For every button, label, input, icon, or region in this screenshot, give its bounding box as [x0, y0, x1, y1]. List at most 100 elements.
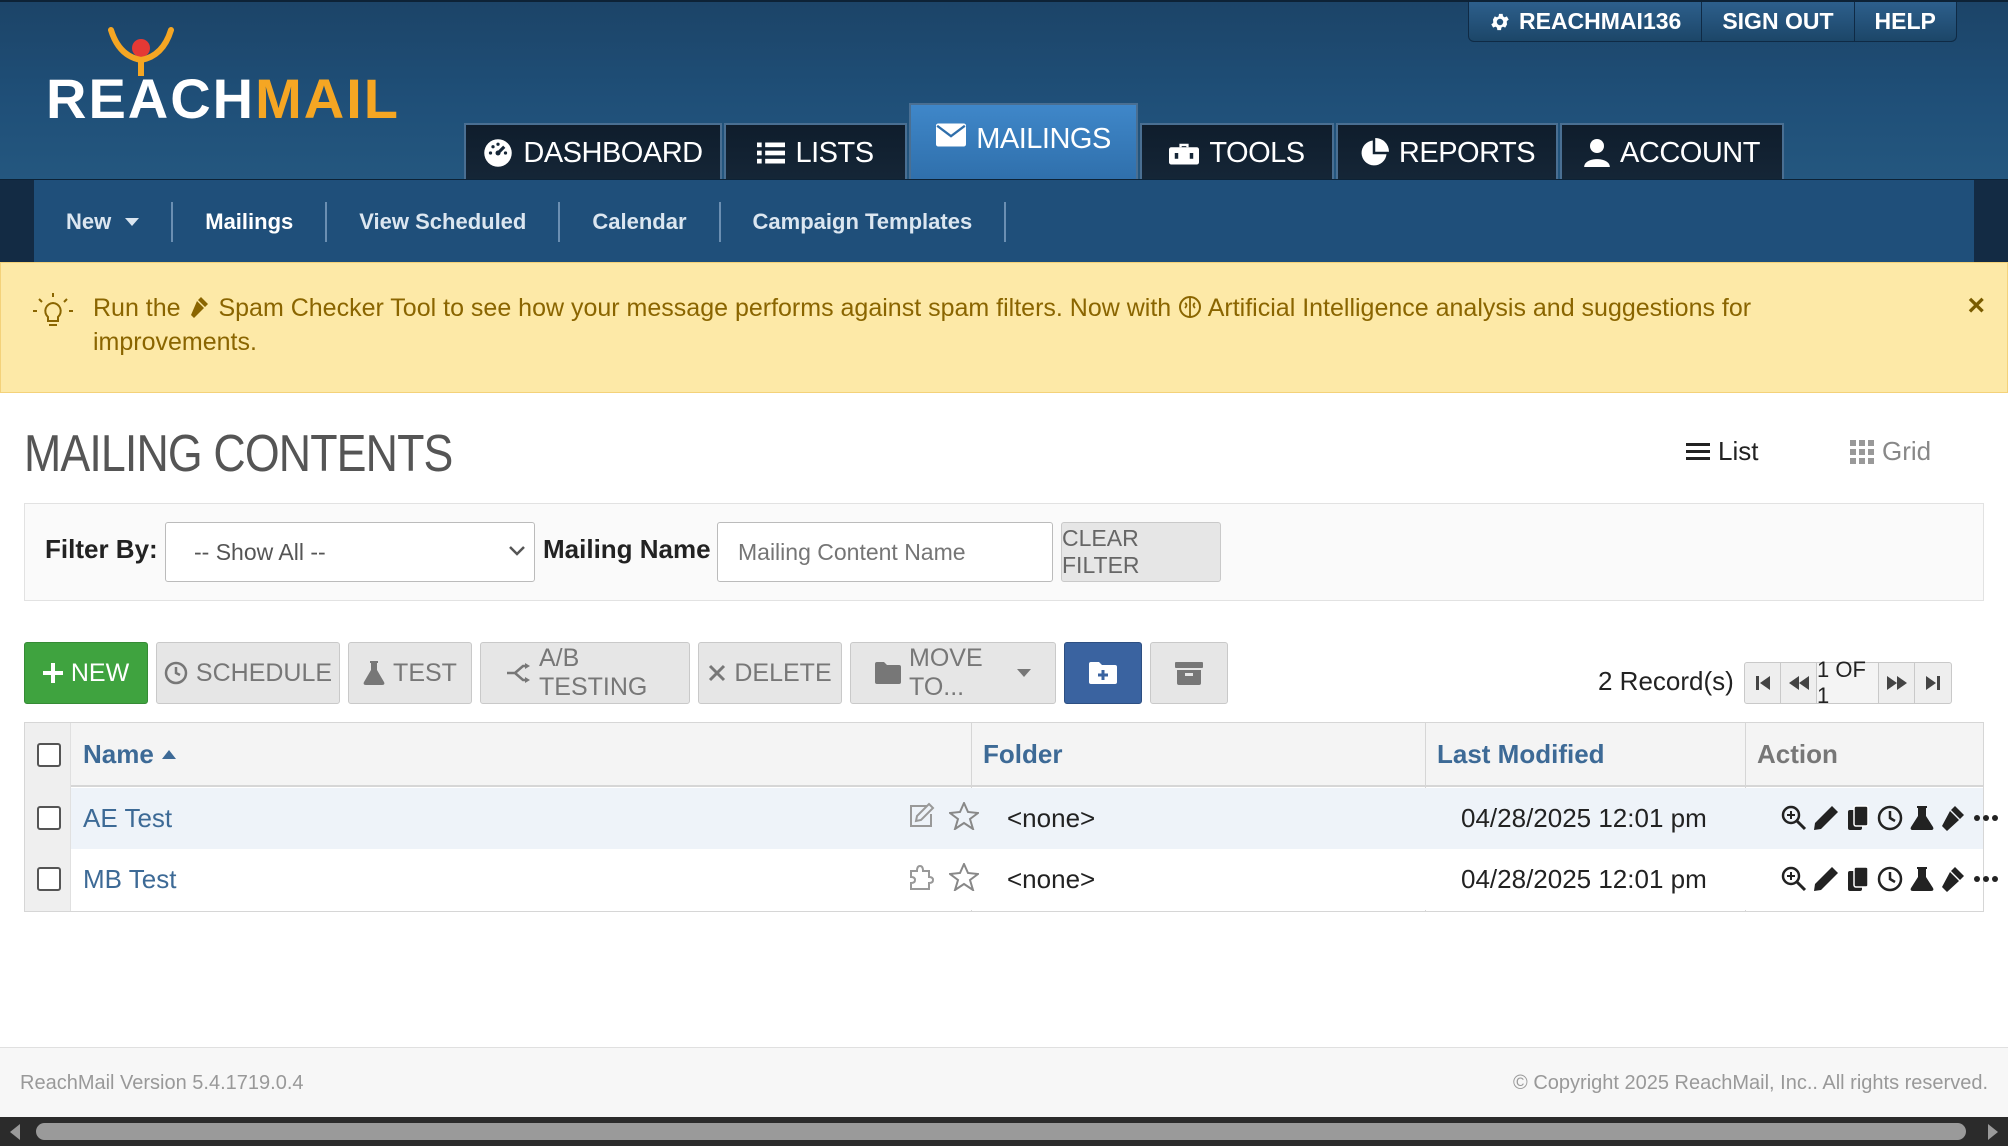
column-header-last-modified[interactable]: Last Modified [1437, 723, 1605, 785]
list-view-icon [1686, 442, 1710, 460]
scrollbar-thumb[interactable] [36, 1123, 1966, 1140]
clear-filter-button[interactable]: CLEAR FILTER [1061, 522, 1221, 582]
flask-icon [363, 661, 385, 685]
gavel-icon[interactable] [1940, 865, 1968, 893]
filter-by-label: Filter By: [45, 534, 158, 564]
tab-account[interactable]: ACCOUNT [1560, 123, 1784, 181]
sign-out-link[interactable]: SIGN OUT [1702, 2, 1855, 41]
new-button[interactable]: NEW [24, 642, 148, 704]
next-page-button[interactable] [1879, 663, 1915, 703]
tab-dashboard-label: DASHBOARD [523, 136, 703, 169]
sub-nav: New Mailings View Scheduled Calendar Cam… [0, 179, 2008, 263]
scroll-left-arrow-icon[interactable] [10, 1124, 20, 1140]
account-menu-button[interactable]: REACHMAI136 [1469, 2, 1703, 41]
sub-nav-new-dropdown[interactable]: New [34, 201, 174, 242]
sub-nav-new-label: New [66, 208, 112, 234]
app-header: REACHMAIL REACHMAI136 SIGN OUT HELP DASH… [0, 0, 2008, 181]
mailing-name-input[interactable] [717, 522, 1053, 582]
star-icon[interactable] [949, 863, 979, 891]
star-icon[interactable] [949, 802, 979, 830]
new-folder-button[interactable] [1064, 642, 1142, 704]
tab-reports[interactable]: REPORTS [1336, 123, 1558, 181]
sub-nav-view-scheduled[interactable]: View Scheduled [327, 201, 561, 242]
column-header-folder[interactable]: Folder [983, 723, 1062, 785]
more-icon[interactable] [1972, 865, 2000, 893]
flask-icon[interactable] [1908, 865, 1936, 893]
sub-nav-edge-right [1974, 180, 2008, 263]
pencil-icon[interactable] [1812, 804, 1840, 832]
rewind-icon [1788, 676, 1809, 690]
filter-by-select[interactable]: -- Show All -- [165, 522, 535, 582]
schedule-button-label: SCHEDULE [195, 658, 333, 687]
copy-icon[interactable] [1844, 865, 1872, 893]
last-page-button[interactable] [1915, 663, 1951, 703]
last-page-icon [1926, 676, 1940, 690]
flask-icon[interactable] [1908, 804, 1936, 832]
row-checkbox[interactable] [37, 867, 61, 891]
tab-lists[interactable]: LISTS [724, 123, 907, 181]
scroll-right-arrow-icon[interactable] [1988, 1124, 1998, 1140]
tab-lists-label: LISTS [795, 136, 874, 169]
zoom-in-icon[interactable] [1780, 865, 1808, 893]
clock-icon[interactable] [1876, 865, 1904, 893]
clock-icon[interactable] [1876, 804, 1904, 832]
select-all-checkbox[interactable] [37, 743, 61, 767]
test-button[interactable]: TEST [348, 642, 472, 704]
ab-testing-button-label: A/B TESTING [539, 644, 648, 701]
caret-down-icon [125, 217, 140, 226]
horizontal-scrollbar[interactable] [0, 1117, 2008, 1146]
zoom-in-icon[interactable] [1780, 804, 1808, 832]
ai-link[interactable]: Artificial Intelligence [1208, 294, 1429, 322]
ab-testing-button[interactable]: A/B TESTING [480, 642, 690, 704]
lightbulb-icon [33, 293, 73, 326]
mailings-table: Name Folder Last Modified Action AE Test… [24, 722, 1998, 912]
schedule-button[interactable]: SCHEDULE [156, 642, 340, 704]
first-page-button[interactable] [1745, 663, 1781, 703]
tab-tools[interactable]: TOOLS [1140, 123, 1334, 181]
user-icon [1584, 139, 1610, 167]
brain-icon [1179, 296, 1202, 318]
sub-nav-mailings[interactable]: Mailings [173, 201, 328, 242]
archive-button[interactable] [1150, 642, 1228, 704]
tab-mailings[interactable]: MAILINGS [909, 103, 1138, 181]
move-to-dropdown[interactable]: MOVE TO... [850, 642, 1056, 704]
sub-nav-calendar[interactable]: Calendar [560, 201, 721, 242]
delete-button[interactable]: DELETE [698, 642, 842, 704]
more-icon[interactable] [1972, 804, 2000, 832]
reachmail-logo[interactable]: REACHMAIL [46, 26, 398, 130]
gear-icon [1491, 13, 1509, 30]
mailing-name-link[interactable]: AE Test [83, 788, 172, 849]
gavel-icon[interactable] [1940, 804, 1968, 832]
pencil-icon[interactable] [1812, 865, 1840, 893]
sub-nav-edge-left [0, 180, 34, 263]
copy-icon[interactable] [1844, 804, 1872, 832]
fast-forward-icon [1886, 676, 1907, 690]
help-link[interactable]: HELP [1855, 2, 1956, 41]
page-footer: ReachMail Version 5.4.1719.0.4 © Copyrig… [0, 1047, 2008, 1117]
table-row: MB Test <none> 04/28/2025 12:01 pm [71, 849, 1998, 910]
mailing-name-link[interactable]: MB Test [83, 849, 176, 910]
folder-icon [875, 662, 901, 684]
caret-down-icon [1017, 669, 1031, 677]
view-list-label: List [1718, 436, 1759, 466]
spam-checker-link[interactable]: Spam Checker Tool [218, 294, 436, 322]
tab-dashboard[interactable]: DASHBOARD [464, 123, 722, 181]
pagination: 1 OF 1 [1744, 657, 1952, 708]
logo-wordmark: REACHMAIL [46, 66, 400, 131]
view-list-toggle[interactable]: List [1686, 436, 1758, 467]
edit-icon[interactable] [907, 802, 935, 830]
plus-icon [42, 663, 63, 683]
view-grid-toggle[interactable]: Grid [1850, 436, 1931, 467]
copyright-text: © Copyright 2025 ReachMail, Inc.. All ri… [1513, 1072, 1988, 1094]
folder-cell: <none> [1007, 864, 1096, 894]
puzzle-icon[interactable] [907, 863, 935, 891]
sub-nav-campaign-templates[interactable]: Campaign Templates [721, 201, 1007, 242]
alert-close-icon[interactable]: × [1967, 289, 1985, 323]
archive-icon [1175, 662, 1203, 685]
sort-ascending-icon [161, 749, 176, 759]
column-header-name[interactable]: Name [83, 723, 176, 785]
prev-page-button[interactable] [1781, 663, 1817, 703]
toolbox-icon [1169, 143, 1200, 165]
delete-button-label: DELETE [734, 658, 832, 687]
row-checkbox[interactable] [37, 806, 61, 830]
